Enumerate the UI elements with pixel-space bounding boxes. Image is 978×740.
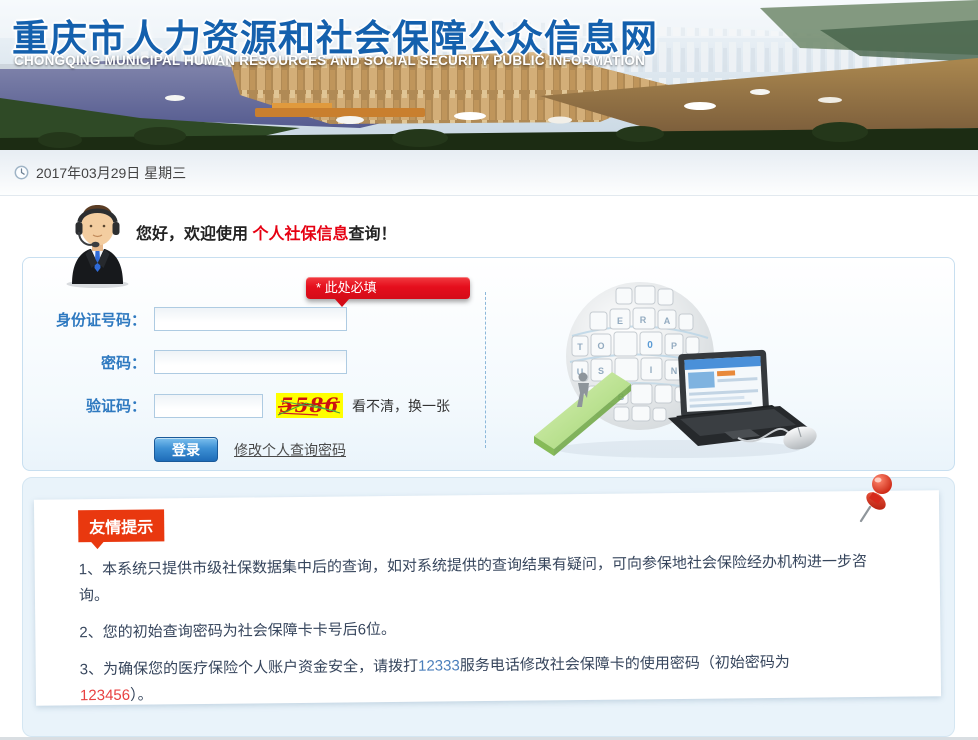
svg-text:R: R (640, 315, 647, 325)
password-row: 密码： (23, 350, 347, 374)
tip3-text-1: 3、为确保您的医疗保险个人账户资金安全，请拨打 (80, 658, 419, 679)
password-input[interactable] (154, 350, 347, 374)
vertical-dashed-divider (485, 292, 486, 448)
note-paper: 友情提示 1、本系统只提供市级社保数据集中后的查询，如对系统提供的查询结果有疑问… (34, 490, 941, 705)
greeting-prefix: 您好，欢迎使用 (136, 226, 252, 243)
captcha-image: 5586 (276, 393, 343, 418)
svg-text:T: T (577, 342, 583, 352)
captcha-noise-lines (276, 393, 343, 418)
required-tooltip: * 此处必填 (306, 277, 470, 299)
id-number-label: 身份证号码： (23, 309, 146, 330)
svg-text:I: I (650, 365, 653, 375)
tip-item-2: 2、您的初始查询密码为社会保障卡卡号后6位。 (79, 612, 879, 646)
date-text: 2017年03月29日 星期三 (36, 163, 186, 183)
svg-text:P: P (671, 341, 677, 351)
tip3-initial-password: 123456 (80, 687, 130, 705)
change-password-link[interactable]: 修改个人查询密码 (234, 440, 346, 460)
page-subtitle: CHONGQING MUNICIPAL HUMAN RESOURCES AND … (14, 53, 645, 68)
login-button[interactable]: 登录 (154, 437, 218, 462)
tips-header-label: 友情提示 (78, 509, 164, 542)
main-content: 您好，欢迎使用 个人社保信息查询！ * 此处必填 身份证号码： 密码： 验证码：… (0, 196, 978, 740)
tip3-text-3: ）。 (130, 687, 153, 704)
password-label: 密码： (23, 352, 146, 373)
greeting-highlight: 个人社保信息 (252, 226, 348, 243)
captcha-row: 验证码： 5586 看不清，换一张 (23, 393, 450, 418)
support-agent-avatar (64, 198, 131, 288)
svg-text:E: E (617, 316, 623, 326)
svg-text:A: A (664, 316, 671, 326)
site-header: 重庆市人力资源和社会保障公众信息网 CHONGQING MUNICIPAL HU… (0, 0, 978, 150)
date-bar: 2017年03月29日 星期三 (0, 150, 978, 196)
captcha-refresh-link[interactable]: 看不清，换一张 (352, 396, 450, 416)
svg-text:N: N (671, 366, 678, 376)
page: 重庆市人力资源和社会保障公众信息网 CHONGQING MUNICIPAL HU… (0, 0, 978, 740)
tip-item-1: 1、本系统只提供市级社保数据集中后的查询，如对系统提供的查询结果有疑问，可向参保… (79, 549, 880, 609)
tip-item-3: 3、为确保您的医疗保险个人账户资金安全，请拨打12333服务电话修改社会保障卡的… (80, 649, 881, 709)
greeting-text: 您好，欢迎使用 个人社保信息查询！ (136, 220, 396, 244)
id-number-input[interactable] (154, 307, 347, 331)
tip3-phone-number: 12333 (418, 657, 460, 674)
captcha-input[interactable] (154, 394, 263, 418)
tip3-text-2: 服务电话修改社会保障卡的使用密码（初始密码为 (460, 654, 790, 674)
pushpin-icon (854, 471, 898, 525)
id-number-row: 身份证号码： (23, 307, 347, 331)
svg-text:0: 0 (647, 340, 653, 351)
svg-text:O: O (597, 341, 604, 351)
button-row: 登录 修改个人查询密码 (154, 437, 346, 462)
svg-text:S: S (598, 366, 604, 376)
globe-laptop-illustration: ERA TOP USIN B 0 (528, 266, 828, 464)
greeting-suffix: 查询！ (348, 226, 396, 243)
captcha-label: 验证码： (23, 395, 146, 416)
friendly-tips-panel: 友情提示 1、本系统只提供市级社保数据集中后的查询，如对系统提供的查询结果有疑问… (22, 477, 955, 737)
login-form-panel: * 此处必填 身份证号码： 密码： 验证码： 5586 (22, 257, 955, 471)
clock-icon (14, 165, 29, 180)
tips-body: 1、本系统只提供市级社保数据集中后的查询，如对系统提供的查询结果有疑问，可向参保… (79, 549, 881, 720)
